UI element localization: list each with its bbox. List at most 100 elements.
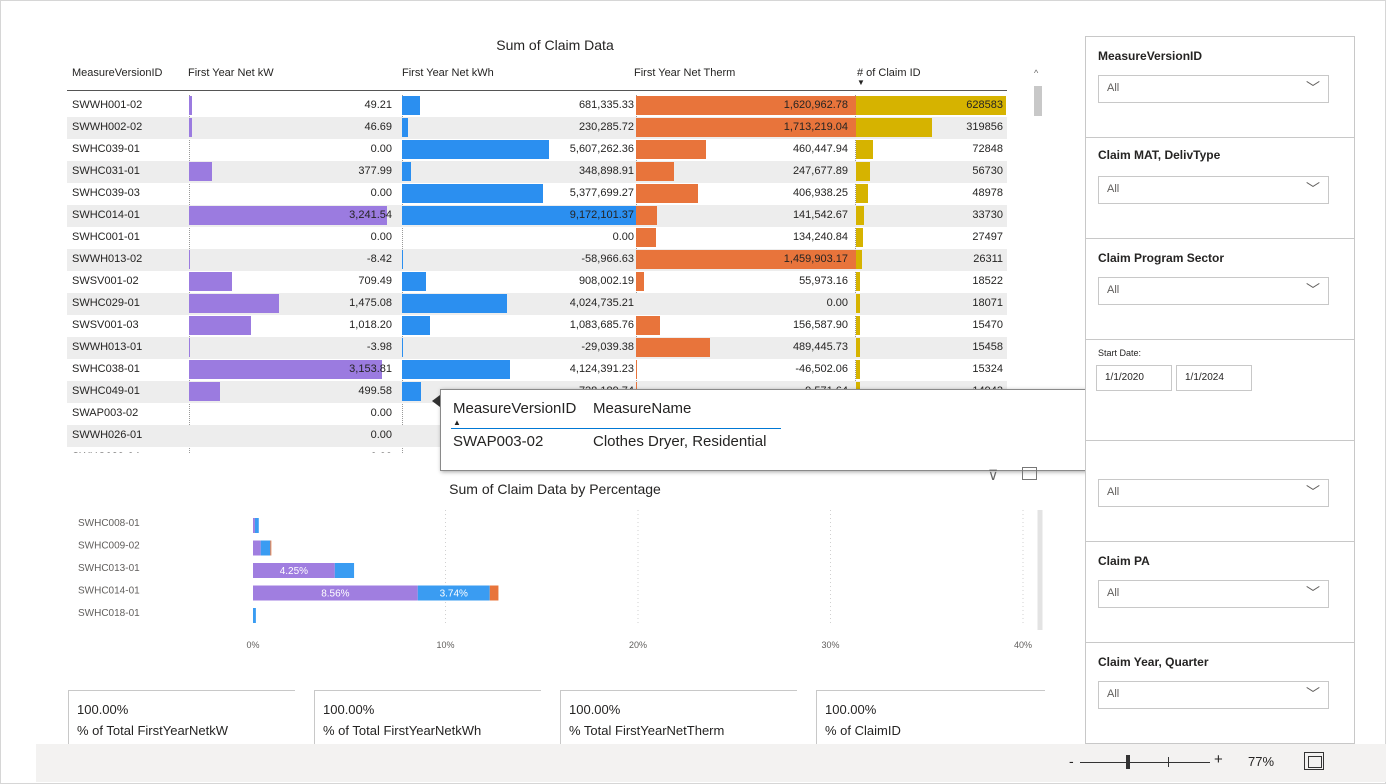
x-tick-label: 20% (629, 640, 647, 650)
slicer-dropdown[interactable]: All ﹀ (1098, 681, 1329, 709)
table-row[interactable]: SWWH002-02 46.69 230,285.72 1,713,219.04 319… (67, 117, 1007, 139)
kw-value-cell: 377.99 (358, 165, 392, 177)
therm-databar (636, 272, 645, 291)
col-header-kwh[interactable]: First Year Net kWh (402, 67, 494, 79)
zoom-out-button[interactable]: - (1069, 753, 1074, 769)
kpi-value: 100.00% (569, 702, 621, 717)
slicer-dropdown[interactable]: All ﹀ (1098, 176, 1329, 204)
kpi-card-kwh: 100.00% % of Total FirstYearNetkWh (314, 690, 541, 745)
table-row[interactable]: SWWH013-02 -8.42 -58,966.63 1,459,903.17 263… (67, 249, 1007, 271)
col-header-kw[interactable]: First Year Net kW (188, 67, 274, 79)
start-date-to-input[interactable]: 1/1/2024 (1176, 365, 1252, 391)
measure-id-cell: SWHC001-01 (72, 231, 140, 243)
claims-value-cell: 26311 (973, 253, 1003, 265)
chevron-down-icon: ﹀ (1306, 686, 1320, 702)
table-row[interactable]: SWHC039-03 0.00 5,377,699.27 406,938.25 4897… (67, 183, 1007, 205)
scroll-thumb[interactable] (1034, 86, 1042, 116)
col-header-claims[interactable]: # of Claim ID (857, 67, 921, 79)
fit-to-page-icon[interactable] (1304, 752, 1324, 770)
therm-value-cell: 55,973.16 (799, 275, 848, 287)
slicer-dropdown[interactable]: All ﹀ (1098, 580, 1329, 608)
slicer-title: Claim Year, Quarter (1098, 655, 1209, 669)
kwh-value-cell: 0.00 (612, 231, 634, 243)
zoom-in-button[interactable]: + (1214, 751, 1223, 768)
table-row[interactable]: SWSV001-02 709.49 908,002.19 55,973.16 18522 (67, 271, 1007, 293)
claims-value-cell: 628583 (966, 99, 1003, 111)
kw-value-cell: 46.69 (364, 121, 392, 133)
col-header-measureversionid[interactable]: MeasureVersionID (72, 67, 163, 79)
filter-icon[interactable]: ⊽ (988, 467, 998, 484)
chevron-down-icon: ﹀ (1306, 585, 1320, 601)
claims-value-cell: 56730 (972, 165, 1003, 177)
therm-databar (636, 184, 698, 203)
kwh-value-cell: 908,002.19 (578, 275, 634, 287)
kwh-databar (402, 118, 409, 137)
table-row[interactable]: SWHC001-01 0.00 0.00 134,240.84 27497 (67, 227, 1007, 249)
kwh-value-cell: 681,335.33 (578, 99, 634, 111)
table-row[interactable]: SWHC031-01 377.99 348,898.91 247,677.89 5673… (67, 161, 1007, 183)
slicer-dropdown[interactable]: All ﹀ (1098, 277, 1329, 305)
kw-databar (189, 162, 213, 181)
table-row[interactable]: SWHC029-01 1,475.08 4,024,735.21 0.00 18071 (67, 293, 1007, 315)
kw-databar (189, 118, 192, 137)
kw-databar (189, 316, 252, 335)
measure-id-cell: SWHC039-04 (72, 451, 140, 453)
slicer-title: MeasureVersionID (1098, 49, 1203, 63)
claims-value-cell: 15470 (972, 319, 1003, 331)
data-label: 3.74% (440, 589, 468, 600)
claims-databar (856, 316, 860, 335)
therm-value-cell: 460,447.94 (792, 143, 848, 155)
zoom-slider-thumb[interactable] (1126, 755, 1130, 769)
kwh-databar (402, 96, 420, 115)
kw-value-cell: 49.21 (364, 99, 392, 111)
scroll-up-icon[interactable]: ^ (1034, 68, 1038, 78)
measure-id-cell: SWSV001-02 (72, 275, 139, 287)
header-divider (67, 90, 1007, 91)
table-row[interactable]: SWHC038-01 3,153.81 4,124,391.23 -46,502.06… (67, 359, 1007, 381)
stacked-bar-segment (260, 540, 271, 556)
table-row[interactable]: SWSV001-03 1,018.20 1,083,685.76 156,587.90… (67, 315, 1007, 337)
therm-databar (636, 140, 706, 159)
kpi-label: % of Total FirstYearNetkW (77, 723, 228, 738)
zoom-slider-track[interactable] (1080, 762, 1210, 763)
kw-value-cell: 0.00 (370, 429, 392, 441)
claims-value-cell: 319856 (966, 121, 1003, 133)
kpi-label: % of Total FirstYearNetkWh (323, 723, 482, 738)
slicer-dropdown[interactable]: All ﹀ (1098, 75, 1329, 103)
therm-value-cell: 156,587.90 (792, 319, 848, 331)
claims-value-cell: 33730 (972, 209, 1003, 221)
claims-databar (856, 338, 860, 357)
therm-databar (636, 162, 674, 181)
measure-id-cell: SWWH026-01 (72, 429, 143, 441)
kw-value-cell: 3,241.54 (349, 209, 392, 221)
stacked-bar-segment (270, 540, 272, 556)
chart-title: Sum of Claim Data by Percentage (449, 481, 661, 497)
table-row[interactable]: SWHC039-01 0.00 5,607,262.36 460,447.94 7284… (67, 139, 1007, 161)
sort-asc-icon: ▲ (453, 418, 461, 427)
table-row[interactable]: SWWH013-01 -3.98 -29,039.38 489,445.73 15458 (67, 337, 1007, 359)
therm-databar (636, 338, 711, 357)
kw-value-cell: 0.00 (370, 143, 392, 155)
measure-id-cell: SWHC049-01 (72, 385, 140, 397)
kwh-value-cell: 5,607,262.36 (569, 143, 634, 155)
therm-value-cell: 141,542.67 (792, 209, 848, 221)
category-label: SWHC018-01 (78, 608, 140, 619)
claims-databar (856, 360, 860, 379)
measure-id-cell: SWSV001-03 (72, 319, 139, 331)
claims-databar (856, 206, 865, 225)
start-date-from-input[interactable]: 1/1/2020 (1096, 365, 1172, 391)
col-header-therm[interactable]: First Year Net Therm (634, 67, 735, 79)
therm-databar (636, 206, 658, 225)
slicer-claim-mat-delivtype: Claim MAT, DelivType All ﹀ (1085, 137, 1355, 239)
table-row[interactable]: SWWH001-02 49.21 681,335.33 1,620,962.78 628… (67, 95, 1007, 117)
table-row[interactable]: SWHC014-01 3,241.54 9,172,101.37 141,542.67… (67, 205, 1007, 227)
kpi-value: 100.00% (825, 702, 877, 717)
sort-desc-icon: ▼ (857, 78, 865, 87)
slicer-claim-pa: Claim PA All ﹀ (1085, 541, 1355, 643)
tooltip-pointer-icon (432, 395, 440, 407)
chevron-down-icon: ﹀ (1306, 282, 1320, 298)
kw-value-cell: -3.98 (366, 341, 392, 353)
kwh-databar (402, 360, 510, 379)
slicer-dropdown[interactable]: All ﹀ (1098, 479, 1329, 507)
focus-mode-icon[interactable] (1022, 467, 1037, 480)
